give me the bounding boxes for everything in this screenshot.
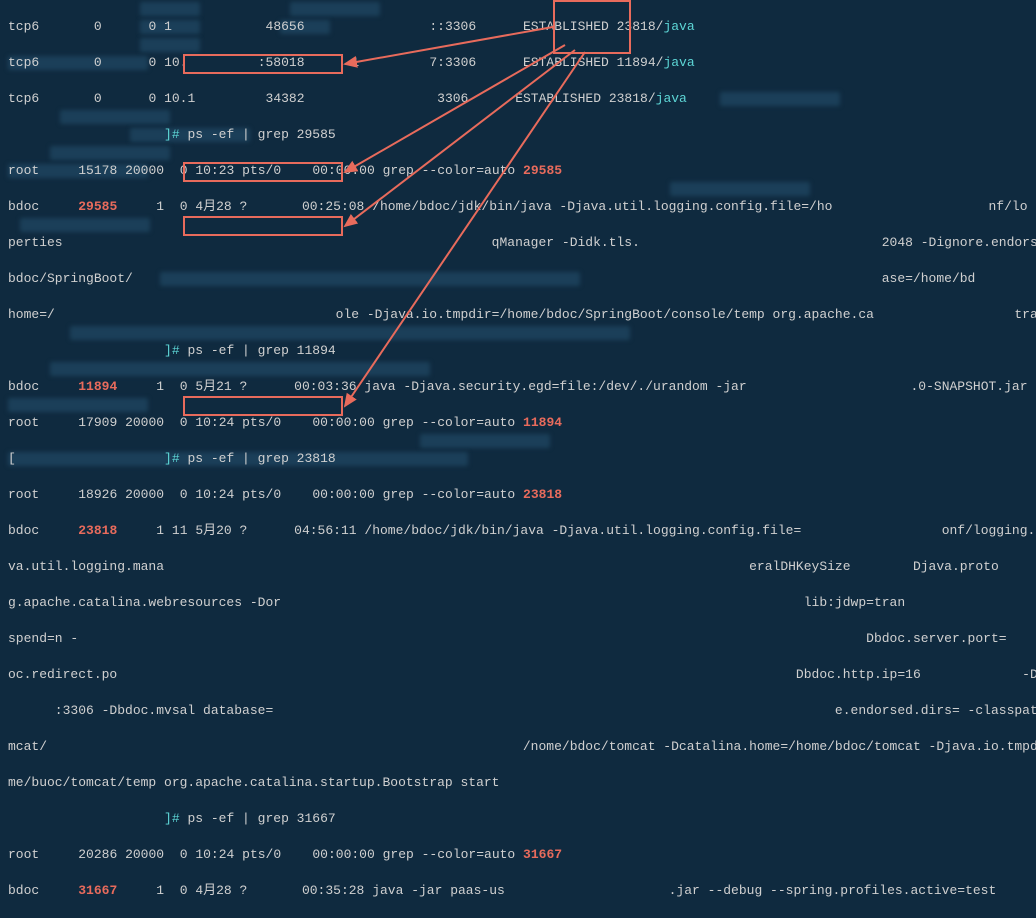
ps-row: root 15178 20000 0 10:23 pts/0 00:00:00 … bbox=[8, 162, 1036, 180]
prompt-line[interactable]: [ ]# ps -ef | grep 23818 bbox=[8, 450, 1036, 468]
ps-cont: perties qManager -Didk.tls. 2048 -Dignor… bbox=[8, 234, 1036, 252]
ps-cont: va.util.logging.mana eralDHKeySize Djava… bbox=[8, 558, 1036, 576]
ps-cont: :3306 -Dbdoc.mvsal database= e.endorsed.… bbox=[8, 702, 1036, 720]
netstat-row: tcp6 0 0 1 48656 ::3306 ESTABLISHED 2381… bbox=[8, 18, 1036, 36]
ps-cont: spend=n - Dbdoc.server.port= Dbdoc.http.… bbox=[8, 630, 1036, 648]
ps-row: root 17909 20000 0 10:24 pts/0 00:00:00 … bbox=[8, 414, 1036, 432]
ps-row: root 18926 20000 0 10:24 pts/0 00:00:00 … bbox=[8, 486, 1036, 504]
netstat-row: tcp6 0 0 10. :58018 1 7:3306 ESTABLISHED… bbox=[8, 54, 1036, 72]
command-3: ps -ef | grep 23818 bbox=[187, 451, 335, 466]
prompt-line[interactable]: ]# ps -ef | grep 29585 bbox=[8, 126, 1036, 144]
ps-cont: g.apache.catalina.webresources -Dor lib:… bbox=[8, 594, 1036, 612]
prompt-line[interactable]: ]# ps -ef | grep 11894 bbox=[8, 342, 1036, 360]
command-1: ps -ef | grep 29585 bbox=[187, 127, 335, 142]
ps-cont: home=/ ole -Djava.io.tmpdir=/home/bdoc/S… bbox=[8, 306, 1036, 324]
command-4: ps -ef | grep 31667 bbox=[187, 811, 335, 826]
ps-cont: bdoc/SpringBoot/ ase=/home/bd ina. bbox=[8, 270, 1036, 288]
prompt-line[interactable]: ]# ps -ef | grep 31667 bbox=[8, 810, 1036, 828]
netstat-row: tcp6 0 0 10.1 34382 3306 ESTABLISHED 238… bbox=[8, 90, 1036, 108]
ps-row: root 20286 20000 0 10:24 pts/0 00:00:00 … bbox=[8, 846, 1036, 864]
ps-row: bdoc 31667 1 0 4月28 ? 00:35:28 java -jar… bbox=[8, 882, 1036, 900]
command-2: ps -ef | grep 11894 bbox=[187, 343, 335, 358]
ps-cont: mcat/ /nome/bdoc/tomcat -Dcatalina.home=… bbox=[8, 738, 1036, 756]
ps-cont: oc.redirect.po Dbdoc.http.ip=16 -Dbdoc.m… bbox=[8, 666, 1036, 684]
ps-row: bdoc 11894 1 0 5月21 ? 00:03:36 java -Dja… bbox=[8, 378, 1036, 396]
ps-row: bdoc 23818 1 11 5月20 ? 04:56:11 /home/bd… bbox=[8, 522, 1036, 540]
terminal-output: tcp6 0 0 1 48656 ::3306 ESTABLISHED 2381… bbox=[8, 0, 1036, 918]
ps-cont: me/buoc/tomcat/temp org.apache.catalina.… bbox=[8, 774, 1036, 792]
ps-row: bdoc 29585 1 0 4月28 ? 00:25:08 /home/bdo… bbox=[8, 198, 1036, 216]
